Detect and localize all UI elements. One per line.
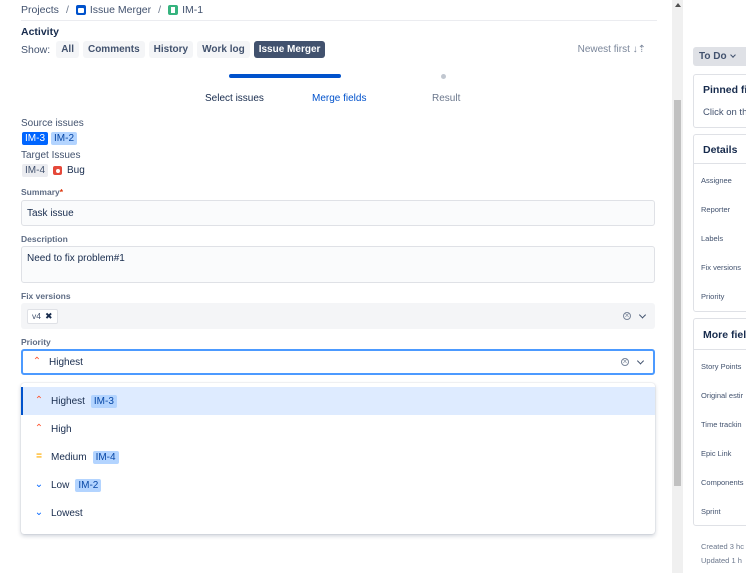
- updated-timestamp: Updated 1 h: [701, 556, 742, 565]
- story-icon: [168, 5, 179, 15]
- filter-comments-button[interactable]: Comments: [82, 41, 145, 58]
- breadcrumb-separator: /: [158, 4, 162, 16]
- filter-history-button[interactable]: History: [148, 41, 194, 58]
- pinned-fields-hint: Click on th: [703, 107, 746, 118]
- priority-select[interactable]: ⌃ Highest: [21, 349, 655, 375]
- breadcrumb-project-link[interactable]: Issue Merger: [75, 4, 152, 16]
- priority-medium-icon: =: [36, 451, 42, 462]
- priority-label: Priority: [21, 337, 51, 347]
- details-card: Details: [693, 134, 746, 312]
- filter-all-button[interactable]: All: [56, 41, 79, 58]
- step-progress-bar: [229, 74, 341, 78]
- pinned-fields-card: Pinned fiel Click on th: [693, 74, 746, 128]
- chevron-down-icon[interactable]: [636, 357, 645, 365]
- filter-worklog-button[interactable]: Work log: [197, 41, 250, 58]
- priority-option-lowest[interactable]: ⌄ Lowest: [21, 499, 655, 527]
- sort-toggle[interactable]: Newest first ↓⇡: [578, 44, 646, 55]
- epic-link-field-label: Epic Link: [701, 449, 732, 458]
- breadcrumb-separator: /: [65, 4, 69, 16]
- description-label: Description: [21, 234, 68, 244]
- priority-option-low[interactable]: ⌄ Low IM-2: [21, 471, 655, 499]
- breadcrumb-project-label: Issue Merger: [89, 4, 152, 16]
- summary-label: Summary*: [21, 187, 64, 197]
- step-result-dot: [441, 74, 446, 79]
- activity-title: Activity: [21, 26, 59, 38]
- assignee-field-label: Assignee: [701, 176, 732, 185]
- source-issue-tag[interactable]: IM-2: [51, 132, 77, 145]
- priority-highest-icon: ⌃: [34, 395, 44, 406]
- option-issue-tag: IM-2: [75, 478, 102, 492]
- target-issue: IM-4 Bug: [22, 164, 85, 177]
- details-divider: [694, 163, 746, 164]
- story-points-field-label: Story Points: [701, 362, 742, 371]
- scroll-up-arrow-icon[interactable]: [675, 3, 681, 7]
- priority-option-medium[interactable]: = Medium IM-4: [21, 443, 655, 471]
- show-label: Show:: [21, 43, 51, 56]
- fix-versions-label: Fix versions: [21, 291, 71, 301]
- breadcrumb: Projects / Issue Merger / IM-1: [21, 4, 203, 16]
- priority-high-icon: ⌃: [34, 423, 44, 434]
- source-issues-label: Source issues: [21, 118, 84, 129]
- fix-versions-field-label: Fix versions: [701, 263, 742, 272]
- labels-field-label: Labels: [701, 234, 724, 243]
- project-icon: [75, 5, 86, 15]
- target-issues-label: Target Issues: [21, 150, 81, 161]
- chevron-down-icon[interactable]: [638, 311, 647, 319]
- pinned-fields-title: Pinned fiel: [703, 84, 746, 96]
- priority-select-value: Highest: [49, 356, 83, 368]
- reporter-field-label: Reporter: [701, 205, 731, 214]
- details-title[interactable]: Details: [703, 144, 737, 156]
- breadcrumb-issue-link[interactable]: IM-1: [168, 4, 203, 16]
- clear-icon[interactable]: [621, 355, 629, 368]
- filter-issue-merger-button[interactable]: Issue Merger: [253, 41, 326, 58]
- step-merge-fields: Merge fields: [312, 93, 367, 104]
- target-issue-tag[interactable]: IM-4: [22, 164, 48, 177]
- source-issues-list: IM-3 IM-2: [22, 132, 77, 145]
- time-tracking-field-label: Time trackin: [701, 420, 742, 429]
- remove-chip-icon[interactable]: ✖: [45, 311, 53, 322]
- bug-icon: [53, 166, 62, 175]
- priority-highest-icon: ⌃: [32, 356, 42, 367]
- target-issue-type: Bug: [67, 165, 85, 176]
- priority-lowest-icon: ⌄: [34, 507, 44, 518]
- fix-versions-select[interactable]: v4 ✖: [21, 303, 655, 329]
- more-fields-title[interactable]: More field: [703, 329, 746, 341]
- original-estimate-field-label: Original estir: [701, 391, 744, 400]
- option-issue-tag: IM-4: [92, 450, 119, 464]
- version-chip: v4 ✖: [27, 308, 58, 324]
- step-select-issues: Select issues: [205, 93, 264, 104]
- breadcrumb-projects-link[interactable]: Projects: [21, 4, 59, 16]
- description-textarea[interactable]: Need to fix problem#1: [21, 246, 655, 283]
- priority-low-icon: ⌄: [34, 479, 44, 490]
- summary-input[interactable]: Task issue: [21, 200, 655, 226]
- priority-field-label: Priority: [701, 292, 725, 301]
- breadcrumb-issue-label: IM-1: [182, 4, 204, 16]
- more-fields-divider: [694, 349, 746, 350]
- priority-dropdown-menu: ⌃ Highest IM-3 ⌃ High = Medium IM-4 ⌄ Lo…: [21, 383, 655, 534]
- scrollbar-thumb[interactable]: [674, 100, 681, 486]
- status-button[interactable]: To Do: [693, 47, 746, 66]
- priority-option-high[interactable]: ⌃ High: [21, 415, 655, 443]
- created-timestamp: Created 3 hc: [701, 542, 744, 551]
- clear-icon[interactable]: [623, 309, 631, 322]
- issue-side-panel: To Do Pinned fiel Click on th Details As…: [683, 0, 746, 573]
- step-result: Result: [432, 93, 461, 104]
- components-field-label: Components: [701, 478, 744, 487]
- header-divider: [21, 20, 657, 21]
- issue-main-panel: Projects / Issue Merger / IM-1 Activity …: [0, 0, 672, 573]
- priority-option-highest[interactable]: ⌃ Highest IM-3: [21, 387, 655, 415]
- option-issue-tag: IM-3: [90, 394, 117, 408]
- source-issue-tag[interactable]: IM-3: [22, 132, 48, 145]
- activity-filter-bar: Show: All Comments History Work log Issu…: [21, 41, 326, 58]
- sprint-field-label: Sprint: [701, 507, 721, 516]
- chevron-down-icon: [729, 51, 736, 58]
